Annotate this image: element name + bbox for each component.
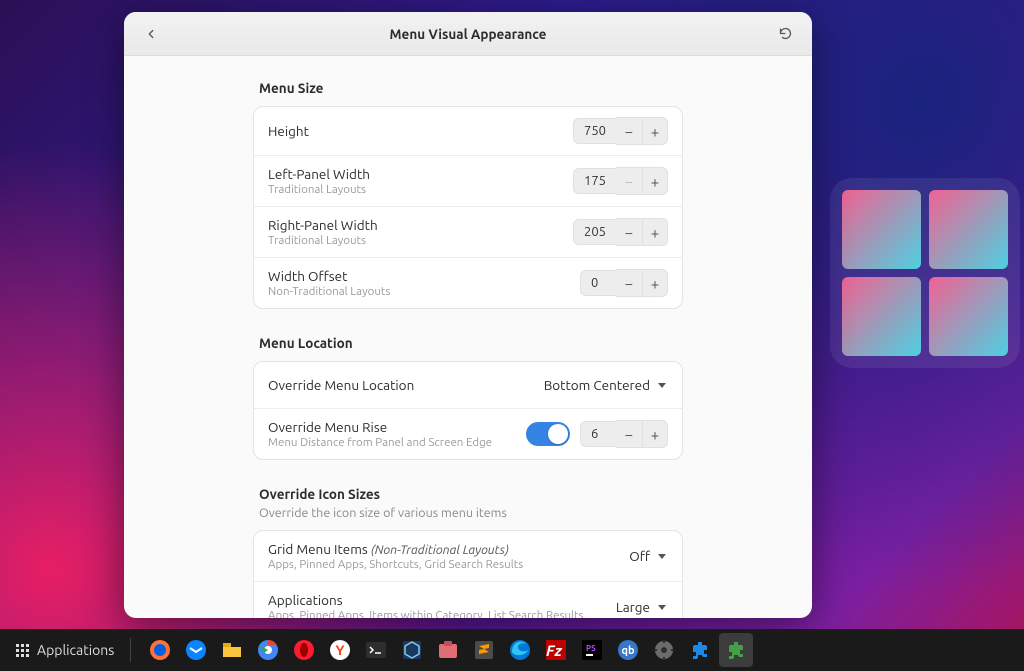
taskbar-yandex-icon[interactable]: Y [323,633,357,667]
spin-height-value[interactable]: 750 [573,118,616,144]
label-override-rise: Override Menu Rise [268,419,516,435]
spin-override-rise-plus[interactable]: + [642,420,668,448]
spin-height: 750 − + [573,117,668,145]
back-button[interactable] [136,19,166,49]
label-right-panel: Right-Panel Width [268,217,563,233]
spin-left-panel-minus: − [616,167,642,195]
content-scroll[interactable]: Menu Size Height 750 − + Left-Panel Widt… [124,56,812,618]
sub-right-panel: Traditional Layouts [268,234,563,247]
label-applications: Applications [268,592,604,608]
spin-right-panel-value[interactable]: 205 [573,219,616,245]
group-icon-sizes: Grid Menu Items (Non-Traditional Layouts… [253,530,683,618]
taskbar-firefox-icon[interactable] [143,633,177,667]
sub-grid-menu-items: Apps, Pinned Apps, Shortcuts, Grid Searc… [268,558,617,571]
spin-width-offset-plus[interactable]: + [642,269,668,297]
switch-override-rise[interactable] [526,422,570,446]
row-applications: Applications Apps, Pinned Apps, Items wi… [254,581,682,618]
taskbar-extension-active-icon[interactable] [719,633,753,667]
taskbar-files-icon[interactable] [215,633,249,667]
label-override-location: Override Menu Location [268,377,532,393]
svg-text:PS: PS [586,644,596,653]
titlebar: Menu Visual Appearance [124,12,812,56]
taskbar-qbittorrent-icon[interactable]: qb [611,633,645,667]
sub-override-rise: Menu Distance from Panel and Screen Edge [268,436,516,449]
chevron-down-icon [658,554,666,559]
taskbar-filezilla-icon[interactable]: Fz [539,633,573,667]
section-sub-icon-sizes: Override the icon size of various menu i… [259,506,683,520]
taskbar-settings-icon[interactable] [647,633,681,667]
refresh-button[interactable] [770,19,800,49]
spin-right-panel-minus[interactable]: − [616,218,642,246]
switch-knob [548,424,568,444]
refresh-icon [778,26,793,41]
spin-left-panel-plus[interactable]: + [642,167,668,195]
row-override-location: Override Menu Location Bottom Centered [254,362,682,408]
taskbar-edge-icon[interactable] [503,633,537,667]
spin-left-panel-value[interactable]: 175 [573,168,616,194]
taskbar-icons: Y Fz PS qb [143,633,753,667]
taskbar-terminal-icon[interactable] [359,633,393,667]
sub-width-offset: Non-Traditional Layouts [268,285,570,298]
label-width-offset: Width Offset [268,268,570,284]
applications-menu-label: Applications [37,642,114,658]
spin-width-offset: 0 − + [580,269,668,297]
chevron-left-icon [144,27,158,41]
svg-text:Y: Y [336,642,345,658]
row-grid-menu-items: Grid Menu Items (Non-Traditional Layouts… [254,531,682,581]
row-right-panel-width: Right-Panel Width Traditional Layouts 20… [254,206,682,257]
spin-override-rise-minus[interactable]: − [616,420,642,448]
dropdown-applications[interactable]: Large [614,595,668,618]
taskbar-separator [130,638,131,662]
dropdown-grid-menu-items[interactable]: Off [627,544,668,568]
spin-height-plus[interactable]: + [642,117,668,145]
applications-menu-button[interactable]: Applications [6,636,124,664]
group-menu-size: Height 750 − + Left-Panel Width Traditio… [253,106,683,309]
taskbar-chrome-icon[interactable] [251,633,285,667]
label-left-panel: Left-Panel Width [268,166,563,182]
dropdown-override-location[interactable]: Bottom Centered [542,373,668,397]
apps-grid-icon [16,644,29,657]
section-heading-icon-sizes: Override Icon Sizes [259,486,683,502]
spin-left-panel: 175 − + [573,167,668,195]
spin-override-rise: 6 − + [580,420,668,448]
taskbar-phpstorm-icon[interactable]: PS [575,633,609,667]
label-grid-menu-items: Grid Menu Items (Non-Traditional Layouts… [268,541,617,557]
dropdown-override-location-value: Bottom Centered [544,377,650,393]
chevron-down-icon [658,605,666,610]
dropdown-grid-menu-value: Off [629,548,650,564]
dropdown-applications-value: Large [616,599,650,615]
taskbar-extension-icon[interactable] [683,633,717,667]
svg-text:Fz: Fz [546,642,562,659]
section-heading-menu-size: Menu Size [259,80,683,96]
spin-override-rise-value[interactable]: 6 [580,421,616,447]
label-height: Height [268,123,563,139]
desktop-widget [830,178,1020,368]
row-left-panel-width: Left-Panel Width Traditional Layouts 175… [254,155,682,206]
svg-text:qb: qb [622,645,636,657]
spin-right-panel: 205 − + [573,218,668,246]
taskbar-thunderbird-icon[interactable] [179,633,213,667]
row-width-offset: Width Offset Non-Traditional Layouts 0 −… [254,257,682,308]
section-heading-menu-location: Menu Location [259,335,683,351]
spin-width-offset-value[interactable]: 0 [580,270,616,296]
sub-left-panel: Traditional Layouts [268,183,563,196]
taskbar: Applications Y Fz PS qb [0,629,1024,671]
spin-height-minus[interactable]: − [616,117,642,145]
taskbar-sublime-icon[interactable] [467,633,501,667]
row-height: Height 750 − + [254,107,682,155]
chevron-down-icon [658,383,666,388]
sub-applications: Apps, Pinned Apps, Items within Category… [268,609,604,618]
spin-right-panel-plus[interactable]: + [642,218,668,246]
group-menu-location: Override Menu Location Bottom Centered O… [253,361,683,460]
taskbar-virtualbox-icon[interactable] [395,633,429,667]
settings-window: Menu Visual Appearance Menu Size Height … [124,12,812,618]
taskbar-opera-icon[interactable] [287,633,321,667]
window-title: Menu Visual Appearance [390,26,547,42]
row-override-rise: Override Menu Rise Menu Distance from Pa… [254,408,682,459]
taskbar-software-icon[interactable] [431,633,465,667]
spin-width-offset-minus[interactable]: − [616,269,642,297]
